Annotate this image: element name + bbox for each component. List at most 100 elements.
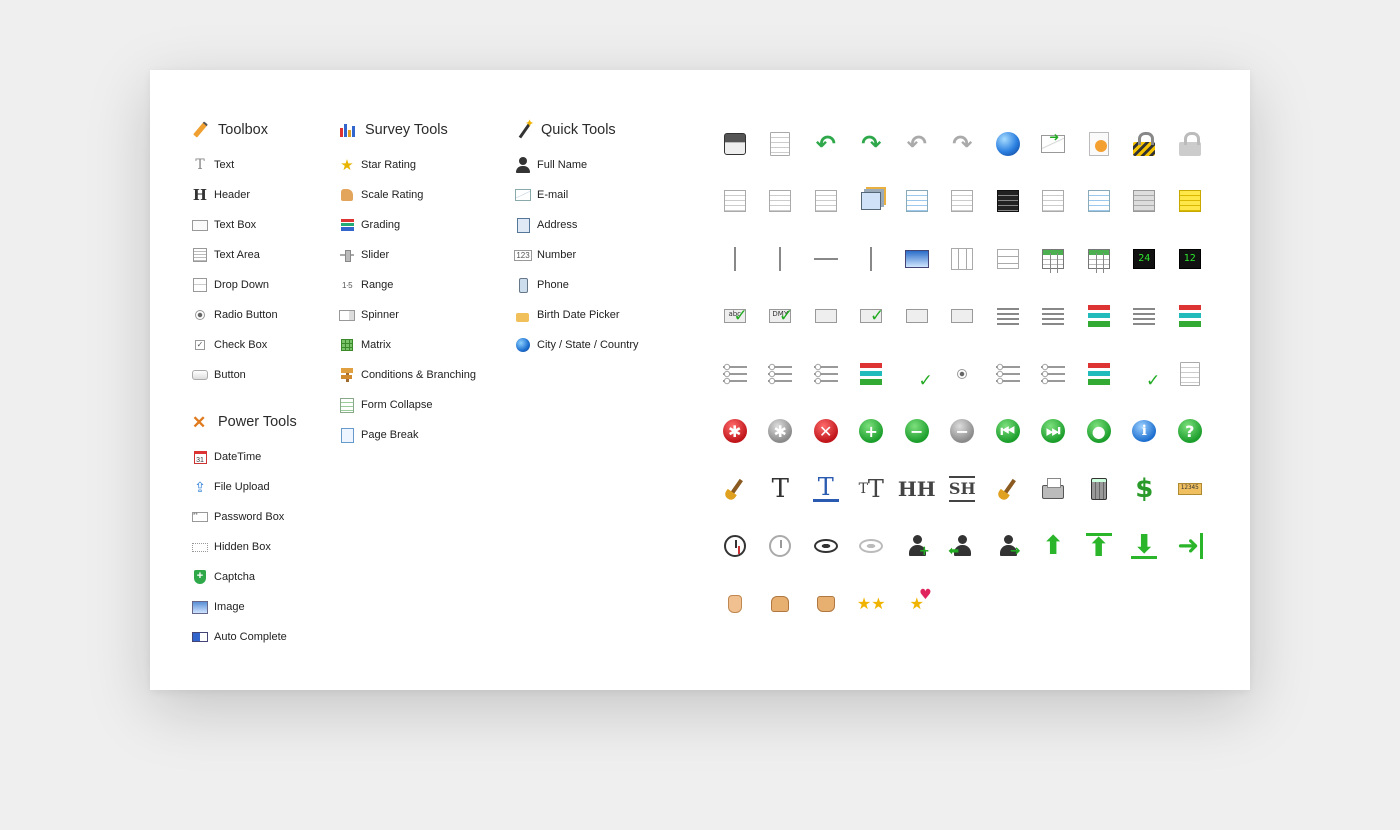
- redo-disabled-icon[interactable]: ↷: [949, 130, 975, 158]
- height-icon[interactable]: [767, 246, 793, 272]
- tool-email[interactable]: E-mail: [515, 180, 685, 210]
- image-panel-icon[interactable]: [904, 249, 929, 268]
- columns-icon[interactable]: [951, 247, 974, 270]
- redo-icon[interactable]: ↷: [858, 130, 884, 158]
- paint-bucket-icon[interactable]: [726, 478, 743, 499]
- arrow-top-icon[interactable]: ⬆: [1085, 533, 1112, 561]
- table-icon[interactable]: [1042, 248, 1065, 273]
- tool-datetime[interactable]: 31 DateTime: [192, 442, 332, 472]
- form-resize-icon[interactable]: [814, 190, 837, 213]
- tool-grading[interactable]: Grading: [339, 210, 509, 240]
- subheader-icon[interactable]: SH: [949, 475, 976, 502]
- clock-disabled-icon[interactable]: [769, 535, 792, 558]
- undo-disabled-icon[interactable]: ↶: [904, 130, 930, 158]
- tool-header[interactable]: H Header: [192, 180, 332, 210]
- form-gray-icon[interactable]: [1133, 190, 1156, 213]
- tool-image[interactable]: Image: [192, 592, 332, 622]
- clock-12-icon[interactable]: 12: [1178, 248, 1201, 269]
- arrow-end-icon[interactable]: ➜: [1177, 533, 1203, 560]
- tool-text[interactable]: T Text: [192, 150, 332, 180]
- tool-file-upload[interactable]: ⇪ File Upload: [192, 472, 332, 502]
- tool-drop-down[interactable]: Drop Down: [192, 270, 332, 300]
- table-green-icon[interactable]: [1087, 248, 1110, 273]
- info-icon[interactable]: i: [1132, 420, 1157, 443]
- field-stretch-icon[interactable]: [905, 309, 928, 324]
- tool-address[interactable]: Address: [515, 210, 685, 240]
- radio-grid-icon[interactable]: [768, 362, 793, 385]
- eye-disabled-icon[interactable]: [859, 539, 884, 554]
- tool-scale-rating[interactable]: Scale Rating: [339, 180, 509, 210]
- user-next-icon[interactable]: ➜: [999, 535, 1021, 559]
- list-gray-icon[interactable]: [1133, 305, 1156, 328]
- record-icon[interactable]: ●: [1086, 419, 1111, 444]
- tool-matrix[interactable]: Matrix: [339, 330, 509, 360]
- checkbox-color-list-icon[interactable]: [1087, 362, 1110, 385]
- remove-disabled-icon[interactable]: −: [950, 419, 975, 444]
- pointer-hand-icon[interactable]: [727, 594, 742, 613]
- form-blue-lines-icon[interactable]: [1087, 190, 1110, 213]
- header-size-icon[interactable]: HH: [898, 476, 936, 502]
- font-icon[interactable]: T: [767, 474, 793, 504]
- tool-check-box[interactable]: ✓ Check Box: [192, 330, 332, 360]
- dollar-icon[interactable]: $: [1131, 474, 1157, 504]
- eye-icon[interactable]: [813, 539, 838, 554]
- tool-number[interactable]: 123 Number: [514, 240, 685, 270]
- lock-icon[interactable]: [1133, 131, 1156, 156]
- last-icon[interactable]: ⏭: [1041, 419, 1066, 444]
- tool-radio-button[interactable]: Radio Button: [192, 300, 332, 330]
- tool-slider[interactable]: Slider: [339, 240, 509, 270]
- required-disabled-icon[interactable]: ✱: [768, 419, 793, 444]
- radio-check-icon[interactable]: [722, 362, 747, 385]
- tool-birth-date-picker[interactable]: Birth Date Picker: [515, 300, 685, 330]
- tool-range[interactable]: 1·5 Range: [339, 270, 509, 300]
- save-icon[interactable]: [723, 132, 746, 155]
- thumbs-down-icon[interactable]: [816, 595, 835, 612]
- tool-text-area[interactable]: Text Area: [192, 240, 332, 270]
- spinner-width-icon[interactable]: [951, 309, 974, 324]
- remove-icon[interactable]: −: [904, 419, 929, 444]
- form-dark-icon[interactable]: [996, 190, 1019, 213]
- calculator-icon[interactable]: [1090, 477, 1107, 500]
- tool-hidden-box[interactable]: Hidden Box: [192, 532, 332, 562]
- tool-full-name[interactable]: Full Name: [515, 150, 685, 180]
- tool-star-rating[interactable]: ★ Star Rating: [339, 150, 509, 180]
- printer-icon[interactable]: [1042, 477, 1065, 499]
- globe-icon[interactable]: [995, 131, 1020, 156]
- arrow-up-icon[interactable]: ⬆: [1040, 533, 1066, 559]
- thumbs-up-icon[interactable]: [771, 595, 790, 612]
- tool-auto-complete[interactable]: Auto Complete: [192, 622, 332, 652]
- star-heart-icon[interactable]: ★ ♥: [904, 587, 932, 617]
- radio-list-icon[interactable]: [813, 362, 838, 385]
- ruler-icon[interactable]: 12345: [1177, 482, 1202, 495]
- tool-password-box[interactable]: ** Password Box: [192, 502, 332, 532]
- form-next-icon[interactable]: [769, 190, 792, 213]
- help-icon[interactable]: ?: [1177, 419, 1202, 444]
- radio-validate-icon[interactable]: ✓: [904, 361, 933, 391]
- form-lines-icon[interactable]: [951, 190, 974, 213]
- sticky-note-icon[interactable]: [1178, 190, 1201, 213]
- document-search-icon[interactable]: [770, 131, 791, 156]
- checkbox-grid-icon[interactable]: [995, 362, 1020, 385]
- clock-24-icon[interactable]: 24: [1133, 248, 1156, 269]
- broom-icon[interactable]: [995, 476, 1021, 502]
- emoji-document-icon[interactable]: [1088, 131, 1109, 156]
- form-blue-icon[interactable]: [905, 190, 928, 213]
- add-icon[interactable]: +: [859, 419, 884, 444]
- lock-disabled-icon[interactable]: [1178, 131, 1201, 156]
- checkbox-list-icon[interactable]: [1041, 362, 1066, 385]
- send-mail-icon[interactable]: [1041, 130, 1066, 153]
- radio-input-icon[interactable]: [949, 361, 975, 387]
- spellcheck-icon[interactable]: abc ✓: [723, 306, 748, 326]
- field-width-icon[interactable]: [814, 309, 837, 324]
- font-size-icon[interactable]: TT: [858, 475, 884, 503]
- tool-form-collapse[interactable]: Form Collapse: [339, 390, 509, 420]
- checkbox-validate-icon[interactable]: ✓: [1131, 361, 1160, 391]
- tool-page-break[interactable]: Page Break: [339, 420, 509, 450]
- arrow-bottom-icon[interactable]: ⬇: [1131, 532, 1158, 560]
- align-middle-icon[interactable]: [858, 246, 884, 272]
- tool-city-state-country[interactable]: City / State / Country: [515, 330, 685, 360]
- user-prev-icon[interactable]: ⬅: [948, 535, 972, 559]
- rows-icon[interactable]: [996, 248, 1019, 269]
- form-sort-icon[interactable]: [723, 190, 746, 213]
- form-light-icon[interactable]: [1042, 190, 1065, 213]
